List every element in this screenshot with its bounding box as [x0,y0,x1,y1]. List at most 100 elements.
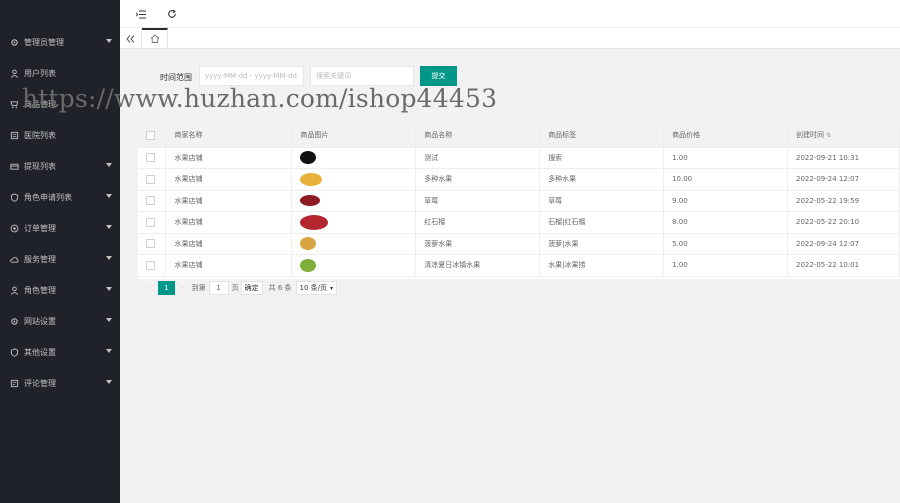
goto-label: 到第 [191,284,206,292]
cell-image [291,190,417,212]
cell-name: 菠萝水果 [415,233,541,255]
submit-button[interactable]: 提交 [420,66,457,86]
sidebar-item-label: 角色管理 [24,285,56,295]
refresh-icon[interactable] [165,7,179,21]
cell-tag: 水果|冰果捞 [539,254,665,277]
sidebar-item-other-settings[interactable]: 其他设置 [0,340,120,364]
sidebar-item-withdraw-list[interactable]: 提现列表 [0,154,120,178]
keyword-search-input[interactable]: 搜索关键词 [310,66,414,86]
cell-image [291,233,417,255]
product-thumbnail [300,237,317,251]
cell-tag: 草莓 [539,190,665,212]
sidebar-item-service-management[interactable]: 服务管理 [0,247,120,271]
double-left-icon[interactable] [120,28,142,49]
row-checkbox[interactable] [138,190,167,212]
watermark-text: https://www.huzhan.com/ishop44453 [22,84,498,113]
shield-icon [9,347,19,357]
prev-page-icon[interactable]: ‹ [145,284,148,292]
cell-created: 2022-05-22 10:01 [787,254,900,277]
cell-name: 红石榴 [415,211,541,234]
row-checkbox[interactable] [138,233,167,255]
col-header-created-label: 创建时间 [795,131,824,140]
settings-icon [9,316,19,326]
product-thumbnail [300,258,317,272]
product-thumbnail [300,172,323,186]
cell-tag: 多种水果 [539,168,665,191]
sidebar-item-user-list[interactable]: 用户列表 [0,61,120,85]
tab-home[interactable] [142,28,168,49]
sidebar-item-label: 订单管理 [24,223,56,233]
cell-shop: 水果店铺 [165,233,293,255]
col-header-shop: 商家名称 [165,124,293,148]
row-checkbox[interactable] [138,254,167,277]
total-count: 共 6 条 [268,284,292,292]
sidebar-item-label: 评论管理 [24,378,56,388]
top-header [120,0,900,28]
sidebar-item-label: 其他设置 [24,347,56,357]
cell-price: 5.00 [663,233,788,255]
menu-fold-icon[interactable] [134,7,148,21]
page-current[interactable]: 1 [157,281,175,295]
sidebar-item-site-settings[interactable]: 网站设置 [0,309,120,333]
sidebar-item-role-management[interactable]: 角色管理 [0,278,120,302]
product-thumbnail [300,214,329,230]
cell-name: 多种水果 [415,168,541,191]
sidebar-item-label: 服务管理 [24,254,56,264]
shield-icon [9,192,19,202]
cell-price: 10.00 [663,168,788,191]
cell-tag: 菠萝|水果 [539,233,665,255]
cell-tag: 石榴|红石榴 [539,211,665,234]
sidebar-item-label: 提现列表 [24,161,56,171]
cell-image [291,168,417,191]
cell-shop: 水果店铺 [165,147,293,169]
cell-name: 测试 [415,147,541,169]
target-icon [9,223,19,233]
chevron-down-icon [106,349,112,353]
table-row: 水果店铺 草莓 草莓 9.00 2022-05-22 19:59 [138,190,900,212]
chevron-down-icon: ▾ [330,284,334,292]
sidebar-item-role-application-list[interactable]: 角色申请列表 [0,185,120,209]
sort-icon[interactable]: ⇅ [826,132,831,139]
row-checkbox[interactable] [138,147,167,169]
goto-page-input[interactable]: 1 [208,281,229,295]
date-range-input[interactable]: yyyy-MM-dd - yyyy-MM-dd [199,66,304,86]
chevron-down-icon [106,287,112,291]
row-checkbox[interactable] [138,168,167,191]
select-all-checkbox[interactable] [138,124,167,148]
sidebar-item-label: 管理员管理 [24,37,64,47]
user-icon [9,68,19,78]
cell-created: 2022-05-22 19:59 [787,190,900,212]
cell-shop: 水果店铺 [165,254,293,277]
sidebar-item-order-management[interactable]: 订单管理 [0,216,120,240]
page-size-select[interactable]: 10 条/页 ▾ [295,281,338,295]
sidebar-item-admin-management[interactable]: 管理员管理 [0,30,120,54]
gear-icon [9,37,19,47]
product-thumbnail [300,195,321,207]
cell-created: 2022-05-22 20:10 [787,211,900,234]
col-header-price: 商品价格 [663,124,788,148]
goods-table-panel: 商家名称 商品图片 商品名称 商品标签 商品价格 创建时间 ⇅ 水果店铺 测试 … [138,124,900,279]
col-header-tag: 商品标签 [539,124,665,148]
sidebar-item-label: 网站设置 [24,316,56,326]
next-page-icon[interactable]: › [181,284,184,292]
col-header-created[interactable]: 创建时间 ⇅ [787,124,900,148]
cell-shop: 水果店铺 [165,211,293,234]
sidebar-item-hospital-list[interactable]: 医院列表 [0,123,120,147]
cell-image [291,211,417,234]
cart-icon [9,99,19,109]
sidebar-item-label: 角色申请列表 [24,192,72,202]
cell-name: 清凉夏日冰镇水果 [415,254,541,277]
row-checkbox[interactable] [138,211,167,234]
note-icon [9,378,19,388]
tab-bar [120,28,900,49]
pagination: ‹ 1 › 到第 1 页 确定 共 6 条 10 条/页 ▾ [143,280,338,296]
cell-name: 草莓 [415,190,541,212]
cell-price: 1.00 [663,254,788,277]
chevron-down-icon [106,39,112,43]
cell-shop: 水果店铺 [165,190,293,212]
cell-created: 2022-09-21 10:31 [787,147,900,169]
chevron-down-icon [106,256,112,260]
goto-confirm-button[interactable]: 确定 [240,281,263,295]
sidebar-item-comment-management[interactable]: 评论管理 [0,371,120,395]
table-row: 水果店铺 菠萝水果 菠萝|水果 5.00 2022-09-24 12:07 [138,233,900,255]
